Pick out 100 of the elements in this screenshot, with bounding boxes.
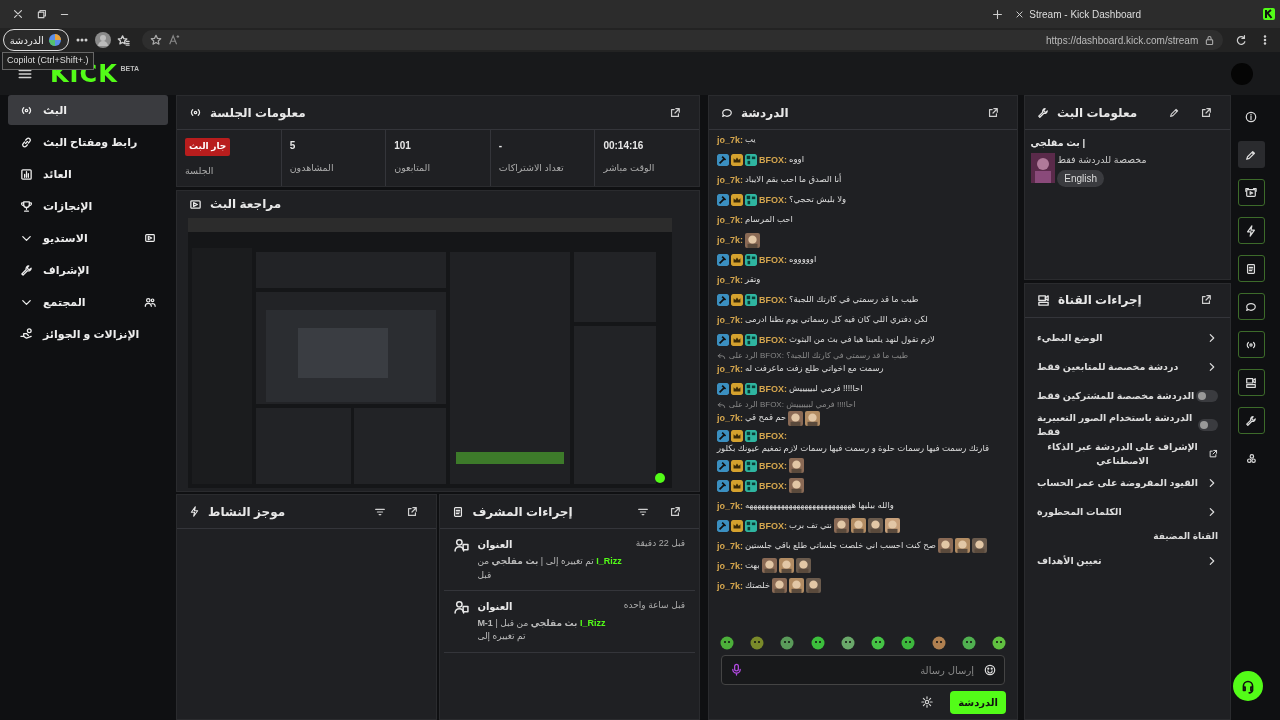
chat-message: رسمت مع اخواتي طلع زفت ماعرفت له bbox=[745, 364, 884, 374]
chat-username[interactable]: jo_7k: bbox=[717, 412, 743, 424]
chat-message: نتي تف برب bbox=[789, 520, 832, 531]
username-link[interactable]: I_Rizz bbox=[596, 556, 622, 566]
crown-badge-icon bbox=[731, 194, 743, 206]
emote-icon[interactable] bbox=[750, 635, 765, 650]
broadcast-icon bbox=[189, 106, 202, 119]
chat-username[interactable]: BFOX: bbox=[759, 294, 787, 306]
stat-label: الوقت مباشر bbox=[603, 161, 656, 175]
stream-title: بث مقلجي | bbox=[1030, 135, 1087, 150]
message-field[interactable]: إرسال رسالة bbox=[721, 655, 1005, 685]
sidebar-item[interactable]: الإنجازات bbox=[8, 191, 168, 221]
chat-username[interactable]: BFOX: bbox=[759, 194, 787, 206]
moderator-badge-icon bbox=[717, 519, 729, 532]
settings-row[interactable]: تعيين الأهداف bbox=[1025, 546, 1230, 576]
emote-icon[interactable] bbox=[991, 635, 1006, 650]
browser-tab[interactable]: Stream - Kick Dashboard bbox=[1009, 5, 1147, 23]
sidebar-item[interactable]: رابط ومفتاح البث bbox=[8, 127, 168, 157]
profile-avatar[interactable] bbox=[94, 32, 111, 48]
chat-username[interactable]: jo_7k: bbox=[717, 540, 743, 551]
chat-username[interactable]: BFOX: bbox=[759, 460, 787, 471]
panel-title: موجز النشاط bbox=[208, 503, 286, 521]
chat-username[interactable]: jo_7k: bbox=[717, 214, 743, 226]
chat-username[interactable]: jo_7k: bbox=[717, 580, 743, 591]
emote-icon[interactable] bbox=[961, 635, 976, 650]
sidebar-item[interactable]: البث bbox=[8, 95, 168, 125]
reply-icon bbox=[717, 401, 726, 410]
chat-username[interactable]: jo_7k: bbox=[717, 560, 743, 571]
chat-username[interactable]: jo_7k: bbox=[717, 234, 743, 246]
user-icon bbox=[454, 599, 470, 614]
emote-icon[interactable] bbox=[901, 635, 916, 650]
send-button[interactable]: الدردشة bbox=[950, 690, 1006, 714]
chat-username[interactable]: BFOX: bbox=[759, 154, 787, 166]
settings-row[interactable]: الإشراف على الدردشة عبر الذكاء الاصطناعي bbox=[1025, 439, 1230, 469]
emote-icon[interactable] bbox=[810, 635, 825, 650]
toggle-switch[interactable] bbox=[1196, 389, 1218, 402]
emote-icon[interactable] bbox=[780, 635, 795, 650]
expand-icon bbox=[987, 106, 999, 119]
chat-username[interactable]: jo_7k: bbox=[717, 314, 743, 326]
chat-username[interactable]: BFOX: bbox=[759, 334, 787, 346]
panel-title: إجراءات المشرف bbox=[472, 503, 573, 521]
emote-icon[interactable] bbox=[840, 635, 855, 650]
sidebar-item[interactable]: العائد bbox=[8, 159, 168, 189]
help-button[interactable] bbox=[1233, 671, 1263, 701]
star-icon[interactable] bbox=[149, 34, 162, 46]
chat-username[interactable]: BFOX: bbox=[759, 254, 787, 266]
chat-username[interactable]: BFOX: bbox=[759, 480, 787, 491]
settings-row[interactable]: دردشة مخصصة للمتابعين فقط bbox=[1025, 352, 1230, 382]
chat-username[interactable]: jo_7k: bbox=[717, 134, 743, 146]
chat-username[interactable]: jo_7k: bbox=[717, 174, 743, 186]
chat-message: اووه bbox=[789, 155, 805, 165]
chat-username[interactable]: jo_7k: bbox=[717, 500, 743, 511]
reply-preview: الرد على BFOX: احا!!!! فرمي لبيييييش bbox=[728, 401, 856, 410]
chat-username[interactable]: BFOX: bbox=[759, 383, 787, 395]
sidebar-tool-button[interactable] bbox=[1237, 179, 1265, 206]
sidebar-tool-button[interactable] bbox=[1237, 369, 1265, 396]
sidebar-tool-button[interactable] bbox=[1237, 407, 1265, 434]
chat-message: والله بيليها هههههههههههههههههههههههههههه bbox=[745, 500, 894, 511]
chat-username[interactable]: BFOX: bbox=[759, 430, 787, 442]
sidebar-tool-button[interactable] bbox=[1237, 293, 1265, 320]
chat-message: احب المرسام bbox=[745, 215, 793, 225]
stat-value: 101 bbox=[394, 139, 412, 153]
bolt-icon bbox=[189, 506, 200, 518]
sidebar-tool-button[interactable] bbox=[1237, 255, 1265, 282]
action-time: قبل ساعة واحده bbox=[623, 599, 685, 612]
sidebar-tool-button[interactable] bbox=[1237, 331, 1265, 358]
stat-label: الجلسة bbox=[185, 163, 215, 178]
sidebar-tool-button[interactable] bbox=[1237, 141, 1265, 168]
sidebar-item[interactable]: المجتمع bbox=[8, 287, 168, 317]
settings-row[interactable]: الكلمات المحظورة bbox=[1025, 497, 1230, 527]
sidebar-item[interactable]: الإشراف bbox=[8, 255, 168, 285]
category-link[interactable]: مخصصة للدردشة فقط bbox=[1057, 152, 1147, 167]
expand-icon bbox=[405, 505, 418, 518]
emoji-icon[interactable] bbox=[984, 664, 996, 676]
chat-icon bbox=[1245, 300, 1257, 313]
subscriber-badge-icon bbox=[745, 334, 757, 346]
setting-label: الدردشة باستخدام الصور التعبيرية فقط bbox=[1037, 410, 1194, 439]
tooltip: Copilot (Ctrl+Shift+.) bbox=[2, 52, 94, 70]
chat-username[interactable]: BFOX: bbox=[759, 520, 787, 531]
address-bar[interactable]: https://dashboard.kick.com/stream bbox=[141, 30, 1224, 50]
chat-username[interactable]: jo_7k: bbox=[717, 363, 743, 375]
settings-row[interactable]: القيود المفروضة على عمر الحساب bbox=[1025, 468, 1230, 498]
settings-row[interactable]: الوضع البطيء bbox=[1025, 323, 1230, 353]
emote-icon[interactable] bbox=[871, 635, 886, 650]
read-aloud-icon[interactable] bbox=[167, 34, 180, 46]
emote-icon[interactable] bbox=[931, 635, 946, 650]
toggle-switch[interactable] bbox=[1198, 418, 1218, 431]
chat-username[interactable]: jo_7k: bbox=[717, 274, 743, 286]
copilot-button[interactable]: الدردشة bbox=[2, 29, 69, 51]
refresh-icon bbox=[1235, 34, 1248, 46]
sidebar-item[interactable]: الإنزالات و الجوائز bbox=[8, 319, 168, 349]
sidebar-tool-button[interactable] bbox=[1237, 217, 1265, 244]
panel-title: معلومات الجلسة bbox=[210, 104, 306, 122]
chat-message: حم قمح قي bbox=[745, 413, 787, 423]
sidebar-item[interactable]: الاستديو bbox=[8, 223, 168, 253]
emote-icon[interactable] bbox=[720, 635, 734, 650]
microphone-icon[interactable] bbox=[730, 663, 743, 676]
subscriber-badge-icon bbox=[745, 519, 757, 532]
username-link[interactable]: I_Rizz bbox=[580, 617, 606, 628]
action-title: العنوان bbox=[477, 600, 514, 614]
